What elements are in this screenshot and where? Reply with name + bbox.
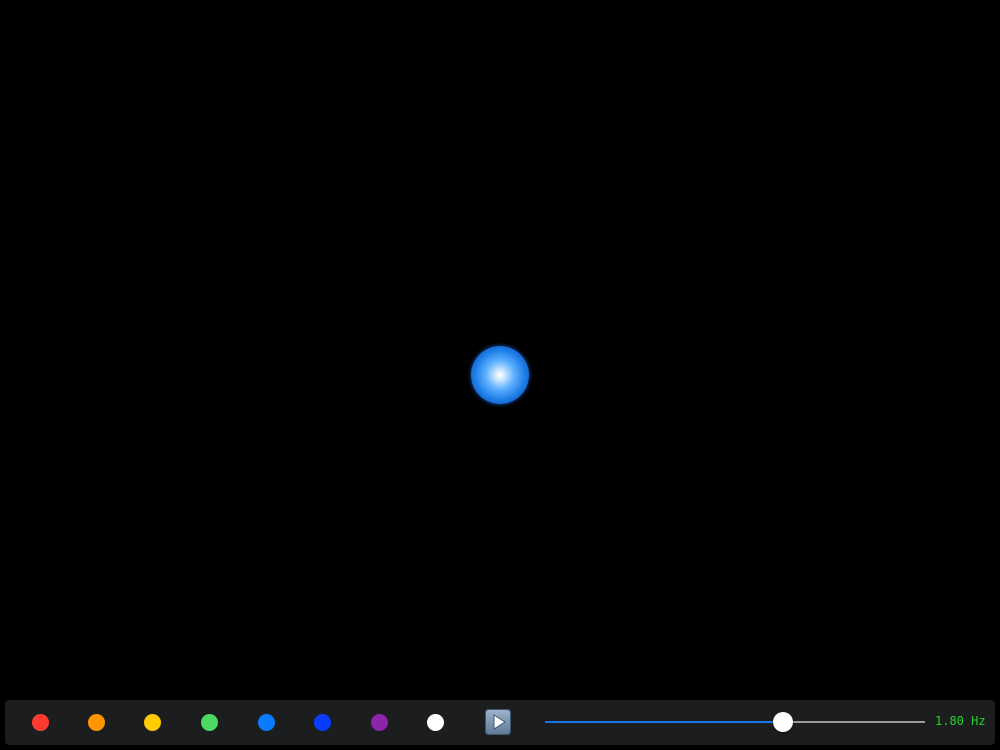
play-button[interactable] <box>485 709 511 735</box>
color-swatch-orange[interactable] <box>88 714 105 731</box>
color-swatch-blue[interactable] <box>314 714 331 731</box>
visualizer-stage <box>0 0 1000 700</box>
color-swatch-red[interactable] <box>32 714 49 731</box>
glowing-orb <box>471 346 529 404</box>
bottom-toolbar: 1.80 Hz <box>5 700 995 745</box>
color-swatch-green[interactable] <box>201 714 218 731</box>
slider-thumb[interactable] <box>773 712 794 732</box>
frequency-slider[interactable] <box>545 712 925 732</box>
color-swatch-light-blue[interactable] <box>258 714 275 731</box>
color-swatch-yellow[interactable] <box>144 714 161 731</box>
slider-fill <box>545 721 784 723</box>
color-swatch-purple[interactable] <box>371 714 388 731</box>
play-icon <box>493 714 506 730</box>
frequency-readout: 1.80 Hz <box>935 714 986 728</box>
color-swatch-white[interactable] <box>427 714 444 731</box>
